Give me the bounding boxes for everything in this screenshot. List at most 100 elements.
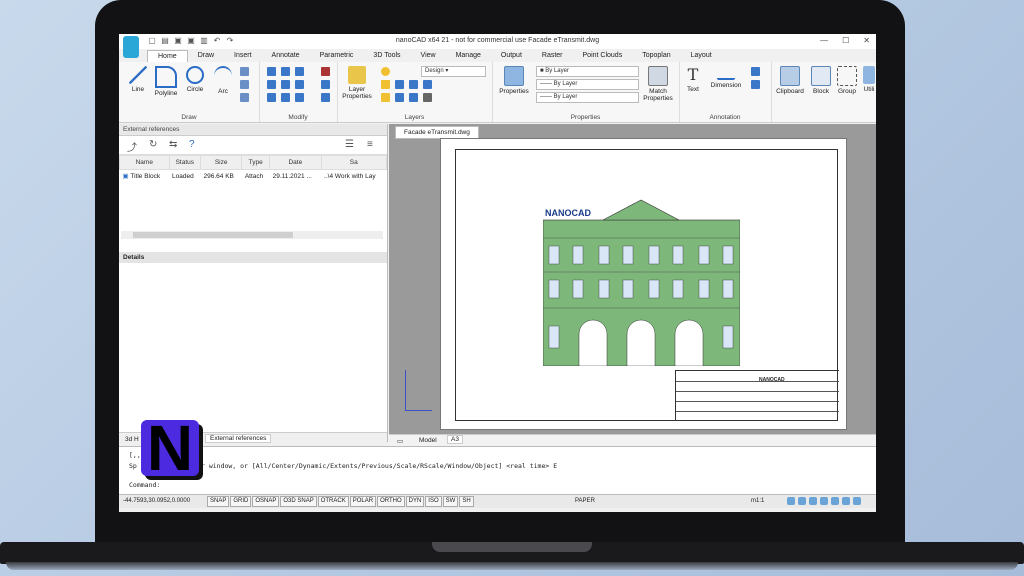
layer-lock-icon[interactable] xyxy=(395,80,404,89)
zoom-window-icon[interactable] xyxy=(809,497,817,505)
match-properties-button[interactable]: Match Properties xyxy=(640,66,676,102)
list-view-icon[interactable]: ☰ xyxy=(345,139,354,150)
tab-output[interactable]: Output xyxy=(491,50,532,62)
tab-view[interactable]: View xyxy=(411,50,446,62)
explode-icon[interactable] xyxy=(321,80,330,89)
zoom-icon[interactable] xyxy=(798,497,806,505)
arc-button[interactable]: Arc xyxy=(211,66,235,95)
tab-external-references[interactable]: External references xyxy=(205,434,272,443)
clipboard-button[interactable]: Clipboard xyxy=(773,66,807,95)
tab-point-clouds[interactable]: Point Clouds xyxy=(573,50,633,62)
command-window[interactable]: [,, Sp r window, or [All/Center/Dynamic/… xyxy=(119,446,876,495)
leader-icon[interactable] xyxy=(751,67,760,76)
rectangle-icon[interactable] xyxy=(240,67,249,76)
zoom-extents-icon[interactable] xyxy=(820,497,828,505)
horizontal-scrollbar[interactable] xyxy=(121,231,383,239)
circle-button[interactable]: Circle xyxy=(181,66,209,93)
layer-freeze-icon[interactable] xyxy=(381,80,390,89)
tab-raster[interactable]: Raster xyxy=(532,50,573,62)
stretch-icon[interactable] xyxy=(267,93,276,102)
copy-icon[interactable] xyxy=(267,80,276,89)
block-button[interactable]: Block xyxy=(809,66,833,95)
polyline-button[interactable]: Polyline xyxy=(151,66,181,97)
view-cube-icon[interactable] xyxy=(831,497,839,505)
tab-insert[interactable]: Insert xyxy=(224,50,262,62)
col-status[interactable]: Status xyxy=(168,155,202,170)
line-button[interactable]: Line xyxy=(125,66,151,93)
col-name[interactable]: Name xyxy=(119,155,170,170)
tab-model[interactable]: Model xyxy=(419,437,437,444)
close-button[interactable]: ✕ xyxy=(863,36,870,45)
tab-annotate[interactable]: Annotate xyxy=(262,50,310,62)
layer-walk-icon[interactable] xyxy=(381,93,390,102)
table-icon[interactable] xyxy=(751,80,760,89)
details-header[interactable]: Details xyxy=(119,252,387,263)
settings-icon[interactable] xyxy=(853,497,861,505)
pan-icon[interactable] xyxy=(787,497,795,505)
app-menu-icon[interactable] xyxy=(123,36,139,58)
col-saved-path[interactable]: Sa xyxy=(320,155,388,170)
rotate-icon[interactable] xyxy=(281,67,290,76)
scale-indicator[interactable]: m1:1 xyxy=(751,498,764,504)
iso-toggle[interactable]: ISO xyxy=(425,496,442,507)
move-icon[interactable] xyxy=(267,67,276,76)
layout-menu-icon[interactable]: ▭ xyxy=(397,437,403,445)
layer-properties-button[interactable]: Layer Properties xyxy=(339,66,375,100)
tree-view-icon[interactable]: ≡ xyxy=(367,139,373,150)
group-button[interactable]: Group xyxy=(834,66,860,95)
tab-draw[interactable]: Draw xyxy=(188,50,224,62)
array-icon[interactable] xyxy=(295,93,304,102)
offset-icon[interactable] xyxy=(321,93,330,102)
layer-iso-icon[interactable] xyxy=(409,80,418,89)
color-dropdown[interactable]: ■ By Layer xyxy=(536,66,639,77)
tab-3d-tools[interactable]: 3D Tools xyxy=(363,50,410,62)
lineweight-dropdown[interactable]: —— By Layer xyxy=(536,92,639,103)
table-row[interactable]: ▣ Title Block Loaded 296.64 KB Attach 29… xyxy=(120,170,387,183)
col-size[interactable]: Size xyxy=(200,155,243,170)
erase-icon[interactable] xyxy=(321,67,330,76)
tab-layout[interactable]: Layout xyxy=(681,50,722,62)
reload-icon[interactable]: ⇆ xyxy=(169,139,177,150)
o3d-snap-toggle[interactable]: O3D SNAP xyxy=(280,496,317,507)
text-button[interactable]: T Text xyxy=(681,66,705,94)
polar-toggle[interactable]: POLAR xyxy=(349,496,377,507)
layer-on-icon[interactable] xyxy=(381,67,390,76)
col-type[interactable]: Type xyxy=(241,155,271,170)
layer-match-icon[interactable] xyxy=(423,80,432,89)
osnap-toggle[interactable]: OSNAP xyxy=(252,496,280,507)
help-icon[interactable]: ? xyxy=(189,139,195,150)
tab-a3[interactable]: A3 xyxy=(447,435,463,444)
hatch-icon[interactable] xyxy=(240,80,249,89)
trim-icon[interactable] xyxy=(295,67,304,76)
scale-icon[interactable] xyxy=(281,93,290,102)
otrack-toggle[interactable]: OTRACK xyxy=(317,496,349,507)
dimension-button[interactable]: Dimension xyxy=(707,66,745,89)
sw-toggle[interactable]: SW xyxy=(442,496,459,507)
ortho-toggle[interactable]: ORTHO xyxy=(377,496,405,507)
tab-home[interactable]: Home xyxy=(147,50,188,62)
layer-state-icon[interactable] xyxy=(395,93,404,102)
layer-dropdown[interactable]: Design ▾ xyxy=(421,66,486,77)
space-indicator[interactable]: PAPER xyxy=(575,498,595,504)
utilities-button[interactable]: Utili xyxy=(860,66,876,93)
properties-button[interactable]: Properties xyxy=(496,66,532,95)
region-icon[interactable] xyxy=(240,93,249,102)
refresh-icon[interactable]: ↻ xyxy=(149,139,157,150)
tab-manage[interactable]: Manage xyxy=(446,50,491,62)
tab-parametric[interactable]: Parametric xyxy=(310,50,364,62)
orbit-icon[interactable] xyxy=(842,497,850,505)
mirror-icon[interactable] xyxy=(281,80,290,89)
sh-toggle[interactable]: SH xyxy=(459,496,474,507)
snap-toggle[interactable]: SNAP xyxy=(207,496,230,507)
layer-current-icon[interactable] xyxy=(409,93,418,102)
minimize-button[interactable]: — xyxy=(820,36,828,45)
attach-icon[interactable]: ⤴ xyxy=(127,139,137,154)
tab-topoplan[interactable]: Topoplan xyxy=(632,50,680,62)
dyn-toggle[interactable]: DYN xyxy=(405,496,425,507)
tab-3d-hatch[interactable]: 3d H xyxy=(125,436,139,443)
layer-off-icon[interactable] xyxy=(423,93,432,102)
grid-toggle[interactable]: GRID xyxy=(230,496,252,507)
fillet-icon[interactable] xyxy=(295,80,304,89)
linetype-dropdown[interactable]: —— By Layer xyxy=(536,79,639,90)
col-date[interactable]: Date xyxy=(269,155,322,170)
